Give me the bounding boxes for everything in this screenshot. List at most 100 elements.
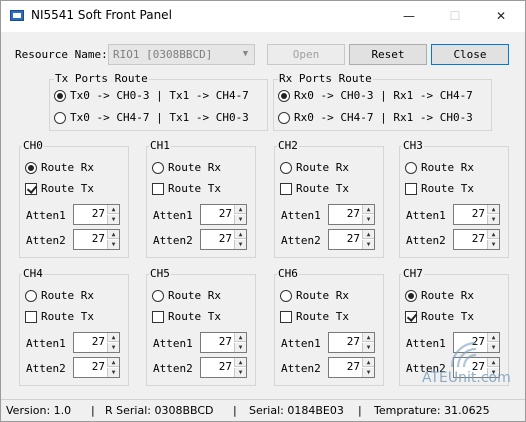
atten2-spinner[interactable]: 27 ▲ ▼	[200, 357, 247, 378]
spin-down-icon[interactable]: ▼	[234, 343, 246, 352]
spin-down-icon[interactable]: ▼	[234, 368, 246, 377]
channel-group-ch4: CH4 Route Rx Route Tx Atten1 27 ▲ ▼ Atte…	[19, 268, 129, 386]
chevron-down-icon: ▼	[242, 49, 249, 59]
channel-group-ch0: CH0 Route Rx Route Tx Atten1 27 ▲ ▼ Atte…	[19, 140, 129, 258]
atten2-spinner[interactable]: 27 ▲ ▼	[453, 229, 500, 250]
spin-down-icon[interactable]: ▼	[362, 343, 374, 352]
spin-up-icon[interactable]: ▲	[234, 333, 246, 342]
atten2-spinner[interactable]: 27 ▲ ▼	[328, 357, 375, 378]
spin-down-icon[interactable]: ▼	[107, 343, 119, 352]
atten1-label: Atten1	[406, 337, 446, 350]
spin-up-icon[interactable]: ▲	[362, 333, 374, 342]
atten2-spinner[interactable]: 27 ▲ ▼	[73, 229, 120, 250]
atten1-label: Atten1	[153, 209, 193, 222]
rx-route-option-2-label: Rx0 -> CH4-7 | Rx1 -> CH0-3	[294, 111, 473, 124]
channel-title: CH7	[402, 267, 424, 280]
route-rx-label: Route Rx	[41, 161, 94, 174]
spin-down-icon[interactable]: ▼	[487, 240, 499, 249]
title-bar[interactable]: NI5541 Soft Front Panel — ☐ ✕	[1, 1, 525, 32]
atten1-spinner[interactable]: 27 ▲ ▼	[200, 204, 247, 225]
route-tx-checkbox[interactable]	[280, 311, 292, 323]
atten1-label: Atten1	[281, 337, 321, 350]
atten2-value: 27	[471, 232, 485, 245]
watermark-text: ATEUnit.com	[422, 370, 511, 386]
spin-down-icon[interactable]: ▼	[487, 215, 499, 224]
atten2-spinner[interactable]: 27 ▲ ▼	[328, 229, 375, 250]
route-rx-radio[interactable]	[405, 162, 417, 174]
atten1-spinner[interactable]: 27 ▲ ▼	[73, 332, 120, 353]
spin-up-icon[interactable]: ▲	[362, 230, 374, 239]
tx-route-option-2-radio[interactable]	[54, 112, 66, 124]
open-button[interactable]: Open	[267, 44, 345, 65]
spin-down-icon[interactable]: ▼	[362, 368, 374, 377]
spin-up-icon[interactable]: ▲	[107, 333, 119, 342]
reset-button[interactable]: Reset	[349, 44, 427, 65]
channel-title: CH2	[277, 139, 299, 152]
rx-route-option-2-radio[interactable]	[278, 112, 290, 124]
status-version: Version: 1.0	[6, 404, 72, 417]
route-rx-radio[interactable]	[280, 162, 292, 174]
minimize-button[interactable]: —	[386, 1, 432, 32]
atten1-spinner[interactable]: 27 ▲ ▼	[200, 332, 247, 353]
channel-title: CH1	[149, 139, 171, 152]
spin-up-icon[interactable]: ▲	[362, 358, 374, 367]
route-rx-radio[interactable]	[25, 290, 37, 302]
spin-down-icon[interactable]: ▼	[362, 215, 374, 224]
atten1-value: 27	[91, 207, 105, 220]
atten1-spinner[interactable]: 27 ▲ ▼	[73, 204, 120, 225]
route-rx-radio[interactable]	[152, 290, 164, 302]
close-window-button[interactable]: ✕	[478, 1, 524, 32]
route-tx-label: Route Tx	[421, 310, 474, 323]
channel-title: CH5	[149, 267, 171, 280]
rx-route-option-1-label: Rx0 -> CH0-3 | Rx1 -> CH4-7	[294, 89, 473, 102]
spin-up-icon[interactable]: ▲	[487, 230, 499, 239]
status-separator: |	[358, 404, 362, 417]
route-rx-radio[interactable]	[25, 162, 37, 174]
spin-up-icon[interactable]: ▲	[487, 205, 499, 214]
resource-name-select[interactable]: RIO1 [0308BBCD] ▼	[108, 44, 255, 65]
spin-up-icon[interactable]: ▲	[362, 205, 374, 214]
route-rx-radio[interactable]	[280, 290, 292, 302]
spin-down-icon[interactable]: ▼	[234, 215, 246, 224]
route-tx-checkbox[interactable]	[25, 183, 37, 195]
atten2-spinner[interactable]: 27 ▲ ▼	[200, 229, 247, 250]
route-tx-checkbox[interactable]	[405, 311, 417, 323]
rx-route-option-1-radio[interactable]	[278, 90, 290, 102]
window-title: NI5541 Soft Front Panel	[31, 8, 172, 22]
atten1-label: Atten1	[153, 337, 193, 350]
atten2-label: Atten2	[281, 234, 321, 247]
spin-up-icon[interactable]: ▲	[234, 205, 246, 214]
spin-up-icon[interactable]: ▲	[234, 358, 246, 367]
route-rx-label: Route Rx	[421, 161, 474, 174]
route-rx-label: Route Rx	[421, 289, 474, 302]
atten1-value: 27	[346, 207, 360, 220]
spin-down-icon[interactable]: ▼	[107, 368, 119, 377]
spin-up-icon[interactable]: ▲	[107, 230, 119, 239]
atten1-spinner[interactable]: 27 ▲ ▼	[328, 204, 375, 225]
spin-down-icon[interactable]: ▼	[234, 240, 246, 249]
route-tx-checkbox[interactable]	[25, 311, 37, 323]
app-icon	[10, 10, 24, 21]
route-rx-radio[interactable]	[152, 162, 164, 174]
route-rx-radio[interactable]	[405, 290, 417, 302]
route-tx-label: Route Tx	[41, 310, 94, 323]
maximize-button[interactable]: ☐	[432, 1, 478, 32]
route-tx-checkbox[interactable]	[280, 183, 292, 195]
tx-route-option-1-radio[interactable]	[54, 90, 66, 102]
resource-name-label: Resource Name:	[15, 48, 108, 61]
route-tx-checkbox[interactable]	[152, 183, 164, 195]
atten2-spinner[interactable]: 27 ▲ ▼	[73, 357, 120, 378]
spin-up-icon[interactable]: ▲	[107, 358, 119, 367]
route-tx-checkbox[interactable]	[152, 311, 164, 323]
close-button[interactable]: Close	[431, 44, 509, 65]
spin-up-icon[interactable]: ▲	[107, 205, 119, 214]
spin-down-icon[interactable]: ▼	[362, 240, 374, 249]
atten1-spinner[interactable]: 27 ▲ ▼	[328, 332, 375, 353]
atten2-value: 27	[346, 232, 360, 245]
spin-down-icon[interactable]: ▼	[107, 215, 119, 224]
spin-down-icon[interactable]: ▼	[107, 240, 119, 249]
spin-up-icon[interactable]: ▲	[234, 230, 246, 239]
route-tx-checkbox[interactable]	[405, 183, 417, 195]
atten1-spinner[interactable]: 27 ▲ ▼	[453, 204, 500, 225]
route-tx-label: Route Tx	[168, 182, 221, 195]
